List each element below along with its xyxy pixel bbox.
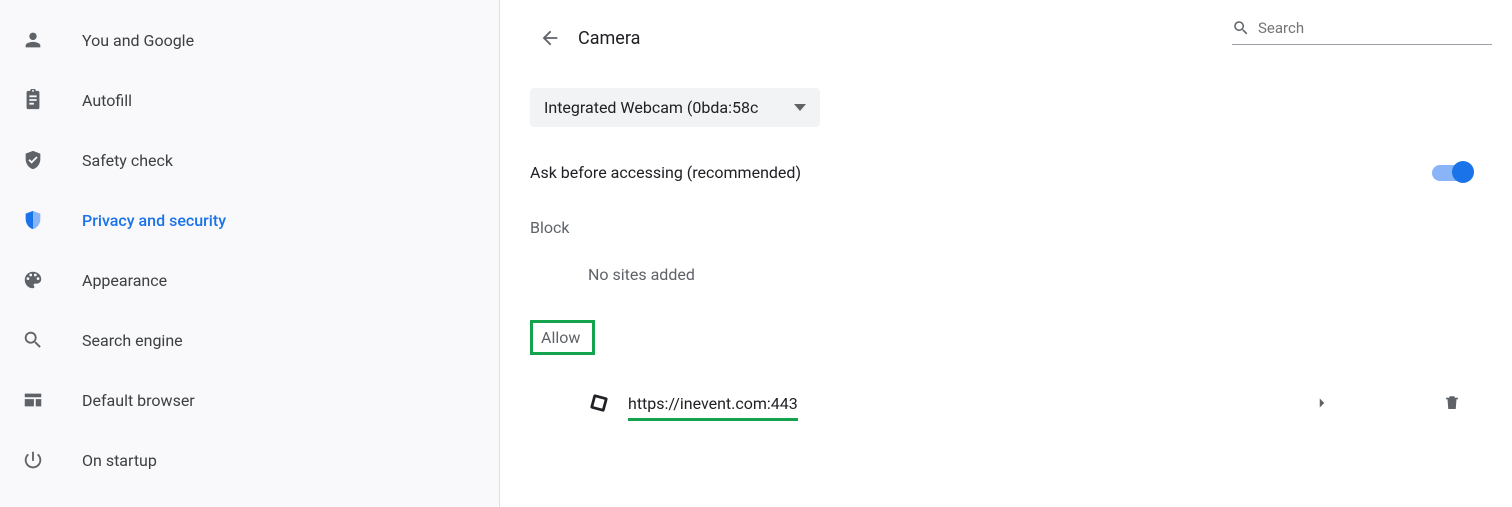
shield-icon bbox=[22, 209, 82, 231]
page-title: Camera bbox=[578, 28, 640, 49]
block-empty-text: No sites added bbox=[588, 265, 1492, 284]
power-icon bbox=[22, 449, 82, 471]
toggle-knob bbox=[1452, 161, 1474, 183]
shield-check-icon bbox=[22, 149, 82, 171]
camera-device-value: Integrated Webcam (0bda:58c bbox=[544, 98, 758, 117]
sidebar-item-label: Safety check bbox=[82, 151, 173, 170]
camera-device-select[interactable]: Integrated Webcam (0bda:58c bbox=[530, 88, 820, 127]
search-icon bbox=[22, 329, 82, 351]
chevron-right-icon bbox=[1313, 394, 1331, 412]
highlight-underline bbox=[628, 418, 798, 421]
search-input[interactable] bbox=[1258, 19, 1492, 37]
sidebar-item-label: On startup bbox=[82, 451, 157, 470]
sidebar-item-on-startup[interactable]: On startup bbox=[0, 438, 499, 482]
main-content: Camera Integrated Webcam (0bda:58c Ask b… bbox=[500, 0, 1512, 507]
palette-icon bbox=[22, 269, 82, 291]
sidebar-item-label: Default browser bbox=[82, 391, 195, 410]
sidebar-item-search-engine[interactable]: Search engine bbox=[0, 318, 499, 362]
sidebar-item-you-and-google[interactable]: You and Google bbox=[0, 18, 499, 62]
site-delete-button[interactable] bbox=[1432, 383, 1472, 423]
allow-heading: Allow bbox=[541, 328, 580, 347]
arrow-left-icon bbox=[539, 27, 561, 49]
sidebar-item-label: Search engine bbox=[82, 331, 183, 350]
ask-label: Ask before accessing (recommended) bbox=[530, 163, 801, 182]
sidebar-item-privacy-and-security[interactable]: Privacy and security bbox=[0, 198, 499, 242]
sidebar-item-default-browser[interactable]: Default browser bbox=[0, 378, 499, 422]
allowed-site-url[interactable]: https://inevent.com:443 bbox=[628, 394, 798, 413]
trash-icon bbox=[1443, 394, 1461, 412]
sidebar-item-label: You and Google bbox=[82, 31, 194, 50]
allowed-site-row: https://inevent.com:443 bbox=[530, 383, 1492, 423]
browser-icon bbox=[22, 389, 82, 411]
ask-before-accessing-row: Ask before accessing (recommended) bbox=[530, 163, 1492, 182]
ask-toggle[interactable] bbox=[1432, 165, 1472, 181]
chevron-down-icon bbox=[794, 104, 806, 111]
site-details-button[interactable] bbox=[1302, 383, 1342, 423]
allow-heading-highlight: Allow bbox=[530, 320, 595, 355]
clipboard-icon bbox=[22, 89, 82, 111]
site-favicon bbox=[588, 392, 610, 414]
person-icon bbox=[22, 29, 82, 51]
settings-sidebar: You and Google Autofill Safety check Pri… bbox=[0, 0, 500, 507]
sidebar-item-safety-check[interactable]: Safety check bbox=[0, 138, 499, 182]
block-heading: Block bbox=[530, 218, 569, 237]
sidebar-item-label: Privacy and security bbox=[82, 211, 226, 230]
search-icon bbox=[1232, 18, 1250, 38]
sidebar-item-label: Appearance bbox=[82, 271, 167, 290]
search-box[interactable] bbox=[1232, 14, 1492, 45]
sidebar-item-label: Autofill bbox=[82, 91, 132, 110]
back-button[interactable] bbox=[530, 18, 570, 58]
sidebar-item-autofill[interactable]: Autofill bbox=[0, 78, 499, 122]
sidebar-item-appearance[interactable]: Appearance bbox=[0, 258, 499, 302]
